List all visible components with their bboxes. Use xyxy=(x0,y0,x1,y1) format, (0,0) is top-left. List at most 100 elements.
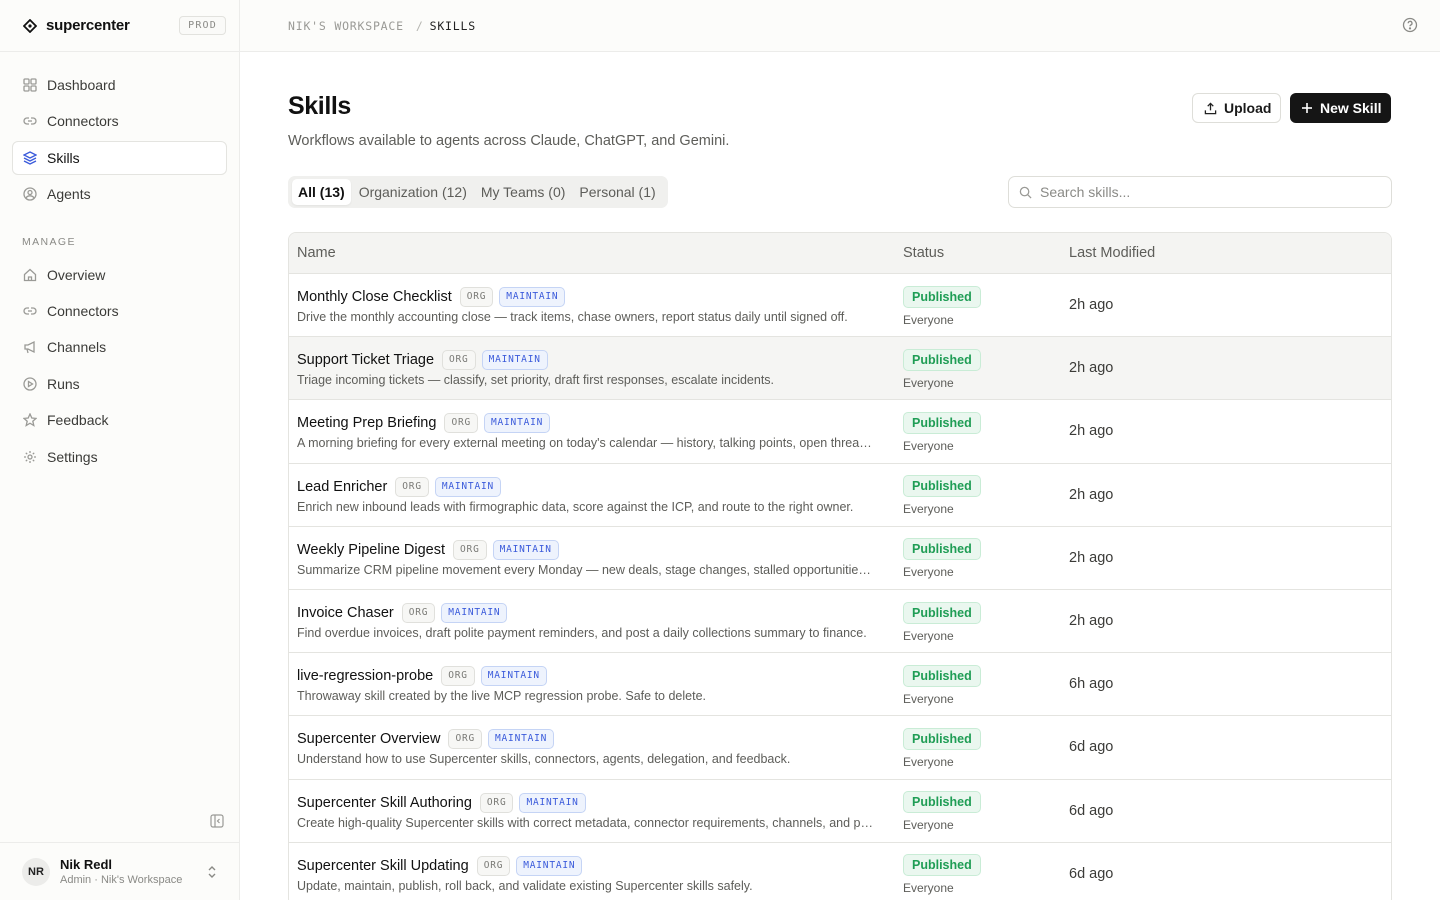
table-row[interactable]: Weekly Pipeline Digest ORG MAINTAIN Summari… xyxy=(289,527,1391,590)
sidebar-item-agents[interactable]: Agents xyxy=(12,177,227,211)
table-row[interactable]: Monthly Close Checklist ORG MAINTAIN Drive … xyxy=(289,274,1391,338)
skill-description: Find overdue invoices, draft polite paym… xyxy=(297,626,867,641)
sidebar-item-connectors[interactable]: Connectors xyxy=(12,104,227,138)
manage-section-label: MANAGE xyxy=(22,235,76,248)
column-header-status[interactable]: Status xyxy=(895,245,1061,261)
chevron-updown-icon[interactable] xyxy=(207,865,217,879)
skill-description: Enrich new inbound leads with firmograph… xyxy=(297,499,854,514)
status-audience: Everyone xyxy=(903,818,954,833)
last-modified: 6d ago xyxy=(1069,802,1114,819)
sidebar: supercenter PROD Dashboard Connectors Sk… xyxy=(0,0,240,900)
sidebar-item-label: Runs xyxy=(47,375,80,392)
scope-badge: ORG xyxy=(444,413,478,434)
status-audience: Everyone xyxy=(903,375,954,390)
page-title: Skills xyxy=(288,92,351,120)
user-menu[interactable]: NR Nik Redl Admin · Nik's Workspace xyxy=(0,842,239,900)
skill-name-cell: Supercenter Overview ORG MAINTAIN Understan… xyxy=(289,728,895,766)
tab-all[interactable]: All (13) xyxy=(292,179,351,205)
skill-name[interactable]: Monthly Close Checklist xyxy=(297,289,452,305)
tab-personal[interactable]: Personal (1) xyxy=(573,179,661,205)
sidebar-item-manage-connectors[interactable]: Connectors xyxy=(12,294,227,328)
table-row[interactable]: Supercenter Skill Authoring ORG MAINTAIN Cr… xyxy=(289,780,1391,843)
skill-name-cell: Supercenter Skill Updating ORG MAINTAIN Upd… xyxy=(289,855,895,893)
skill-name[interactable]: Supercenter Skill Updating xyxy=(297,858,469,874)
table-row[interactable]: Support Ticket Triage ORG MAINTAIN Triage i… xyxy=(289,337,1391,401)
scope-badge: ORG xyxy=(441,666,475,687)
skill-description: Summarize CRM pipeline movement every Mo… xyxy=(297,562,875,577)
new-skill-button[interactable]: New Skill xyxy=(1290,93,1391,123)
table-row[interactable]: live-regression-probe ORG MAINTAIN Throwawa… xyxy=(289,653,1391,717)
upload-button[interactable]: Upload xyxy=(1192,93,1281,123)
skill-name[interactable]: Supercenter Overview xyxy=(297,731,440,747)
permission-badge: MAINTAIN xyxy=(492,539,559,560)
skill-name-line: Invoice Chaser ORG MAINTAIN xyxy=(297,602,895,624)
skill-name[interactable]: Supercenter Skill Authoring xyxy=(297,795,472,811)
sidebar-item-overview[interactable]: Overview xyxy=(12,258,227,292)
sidebar-item-label: Connectors xyxy=(47,113,119,130)
page-subtitle: Workflows available to agents across Cla… xyxy=(288,133,730,149)
brand-header: supercenter PROD xyxy=(0,0,239,52)
breadcrumb-workspace[interactable]: NIK'S WORKSPACE xyxy=(288,19,404,33)
skill-name-line: Supercenter Skill Updating ORG MAINTAIN xyxy=(297,855,895,877)
sidebar-collapse-icon[interactable] xyxy=(208,812,226,830)
last-modified: 6d ago xyxy=(1069,865,1114,882)
status-audience: Everyone xyxy=(903,628,954,643)
scope-badge: ORG xyxy=(448,729,483,750)
sidebar-item-label: Connectors xyxy=(47,302,119,319)
sidebar-item-channels[interactable]: Channels xyxy=(12,330,227,364)
user-circle-icon xyxy=(23,187,37,201)
table-row[interactable]: Supercenter Overview ORG MAINTAIN Understan… xyxy=(289,716,1391,780)
env-badge[interactable]: PROD xyxy=(179,16,226,35)
table-body: Monthly Close Checklist ORG MAINTAIN Drive … xyxy=(289,274,1391,900)
column-header-name[interactable]: Name xyxy=(289,245,895,261)
tab-organization[interactable]: Organization (12) xyxy=(353,179,473,205)
help-icon[interactable] xyxy=(1402,17,1420,35)
sidebar-item-dashboard[interactable]: Dashboard xyxy=(12,68,227,102)
skill-name[interactable]: Support Ticket Triage xyxy=(297,352,434,368)
search-input[interactable] xyxy=(1040,184,1370,200)
user-info: Nik Redl Admin · Nik's Workspace xyxy=(60,857,182,887)
table-row[interactable]: Meeting Prep Briefing ORG MAINTAIN A mornin… xyxy=(289,400,1391,464)
table-row[interactable]: Lead Enricher ORG MAINTAIN Enrich new inbou… xyxy=(289,464,1391,527)
skill-name-cell: Invoice Chaser ORG MAINTAIN Find overdue in… xyxy=(289,602,895,640)
table-row[interactable]: Invoice Chaser ORG MAINTAIN Find overdue in… xyxy=(289,590,1391,654)
sidebar-item-runs[interactable]: Runs xyxy=(12,367,227,401)
upload-icon xyxy=(1204,101,1217,114)
skill-name[interactable]: Lead Enricher xyxy=(297,479,387,495)
sidebar-item-label: Dashboard xyxy=(47,77,116,93)
sidebar-item-settings[interactable]: Settings xyxy=(12,440,227,474)
skill-name-line: Supercenter Overview ORG MAINTAIN xyxy=(297,728,895,750)
skill-name[interactable]: Meeting Prep Briefing xyxy=(297,415,436,431)
status-audience: Everyone xyxy=(903,438,954,453)
status-cell: Published Everyone xyxy=(895,789,1061,832)
status-badge: Published xyxy=(903,348,981,371)
last-modified-cell: 2h ago xyxy=(1061,549,1391,567)
link-icon xyxy=(23,304,37,318)
permission-badge: MAINTAIN xyxy=(488,729,555,750)
status-audience: Everyone xyxy=(903,312,954,327)
sidebar-item-skills[interactable]: Skills xyxy=(12,140,227,175)
skill-name[interactable]: Weekly Pipeline Digest xyxy=(297,542,445,558)
breadcrumb-separator: / xyxy=(415,18,424,33)
skill-description: Throwaway skill created by the live MCP … xyxy=(297,689,706,704)
status-audience: Everyone xyxy=(903,754,954,769)
skill-name-line: Monthly Close Checklist ORG MAINTAIN xyxy=(297,286,895,308)
sidebar-item-label: Overview xyxy=(47,266,106,283)
last-modified: 2h ago xyxy=(1069,613,1114,630)
last-modified-cell: 2h ago xyxy=(1061,359,1391,377)
last-modified-cell: 2h ago xyxy=(1061,296,1391,314)
top-bar: NIK'S WORKSPACE / SKILLS xyxy=(240,0,1440,52)
table-row[interactable]: Supercenter Skill Updating ORG MAINTAIN Upd… xyxy=(289,843,1391,900)
column-header-last-modified[interactable]: Last Modified xyxy=(1061,245,1391,261)
status-cell: Published Everyone xyxy=(895,852,1061,895)
sidebar-item-label: Skills xyxy=(47,149,80,166)
sidebar-item-feedback[interactable]: Feedback xyxy=(12,403,227,437)
last-modified-cell: 6h ago xyxy=(1061,675,1391,693)
skill-name-cell: Monthly Close Checklist ORG MAINTAIN Drive … xyxy=(289,286,895,324)
tab-my-teams[interactable]: My Teams (0) xyxy=(475,179,572,205)
skill-name[interactable]: Invoice Chaser xyxy=(297,605,394,621)
skill-name-line: Meeting Prep Briefing ORG MAINTAIN xyxy=(297,412,895,434)
last-modified-cell: 6d ago xyxy=(1061,865,1391,883)
user-subtitle: Admin · Nik's Workspace xyxy=(60,873,183,886)
skill-name[interactable]: live-regression-probe xyxy=(297,668,433,684)
